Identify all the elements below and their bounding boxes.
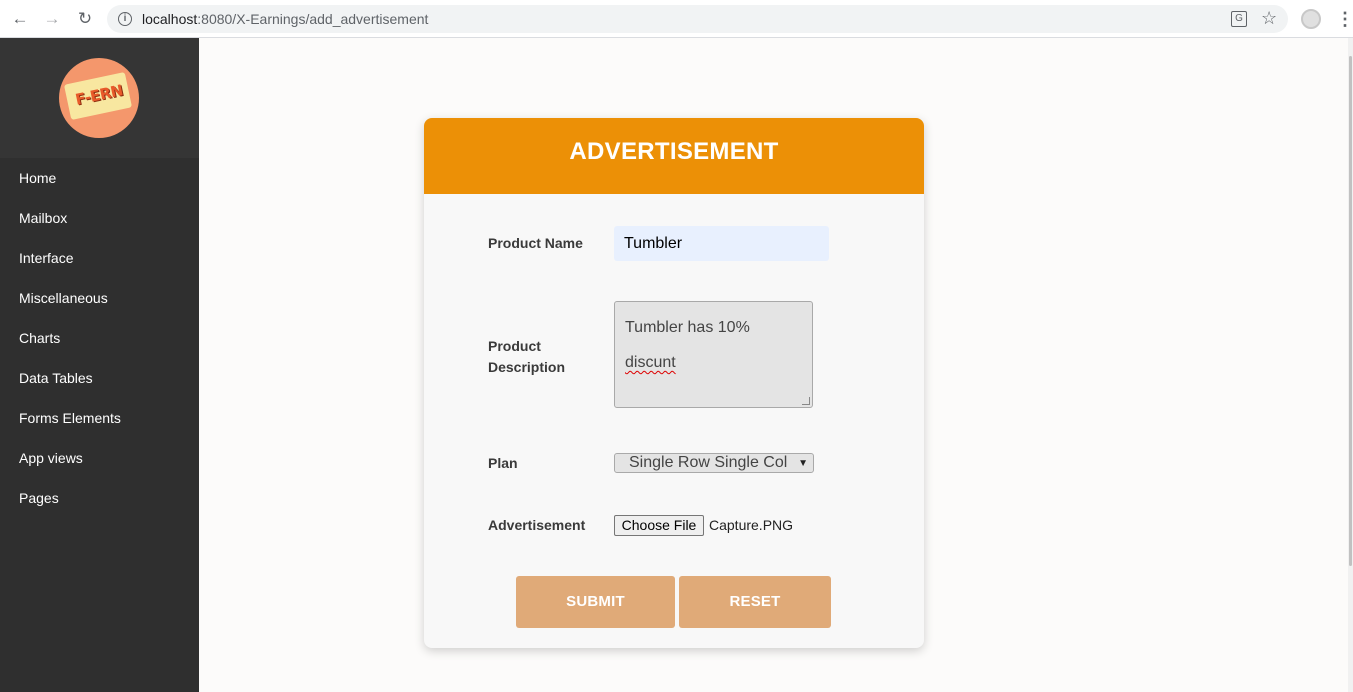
plan-selected-value: Single Row Single Column — [629, 454, 787, 471]
plan-select[interactable]: Single Row Single Column ▼ — [614, 453, 814, 473]
sidebar-item-home[interactable]: Home — [0, 158, 199, 198]
advertisement-form-card: ADVERTISEMENT Product Name Tumbler Produ… — [424, 118, 924, 648]
profile-avatar-icon[interactable] — [1301, 9, 1321, 29]
reset-button[interactable]: RESET — [679, 576, 831, 628]
forward-arrow-icon[interactable]: → — [40, 7, 64, 31]
url-text[interactable]: localhost:8080/X-Earnings/add_advertisem… — [142, 11, 428, 27]
bookmark-star-icon[interactable]: ☆ — [1261, 8, 1277, 28]
submit-button[interactable]: SUBMIT — [516, 576, 675, 628]
logo-area: F-ERN — [0, 38, 199, 158]
sidebar-item-interface[interactable]: Interface — [0, 238, 199, 278]
description-line-2: discunt — [625, 354, 676, 371]
more-menu-icon[interactable]: ⋮ — [1336, 9, 1353, 29]
sidebar-item-app-views[interactable]: App views — [0, 438, 199, 478]
sidebar-item-mailbox[interactable]: Mailbox — [0, 198, 199, 238]
choose-file-button[interactable]: Choose File — [614, 515, 704, 536]
advertisement-label: Advertisement — [488, 517, 586, 533]
product-name-input[interactable]: Tumbler — [614, 226, 829, 261]
url-path: :8080/X-Earnings/add_advertisement — [197, 11, 429, 27]
url-host: localhost — [142, 11, 198, 27]
selected-file-name: Capture.PNG — [709, 517, 794, 533]
browser-toolbar: ← → ↻ i localhost:8080/X-Earnings/add_ad… — [0, 0, 1353, 38]
product-name-label: Product Name — [488, 235, 583, 251]
resize-grip-icon[interactable] — [802, 397, 810, 405]
product-description-label: Product Description — [488, 338, 566, 375]
address-bar[interactable]: i localhost:8080/X-Earnings/add_advertis… — [107, 5, 1288, 33]
reload-icon[interactable]: ↻ — [73, 7, 97, 31]
product-description-textarea[interactable]: Tumbler has 10% discunt — [614, 301, 813, 408]
form-title: ADVERTISEMENT — [569, 138, 779, 165]
description-line-1: Tumbler has 10% — [625, 319, 750, 336]
info-icon[interactable]: i — [118, 12, 132, 26]
sidebar-item-charts[interactable]: Charts — [0, 318, 199, 358]
sidebar-menu: Home Mailbox Interface Miscellaneous Cha… — [0, 158, 199, 518]
scrollbar-thumb[interactable] — [1349, 56, 1352, 566]
plan-label: Plan — [488, 455, 518, 471]
sidebar-item-data-tables[interactable]: Data Tables — [0, 358, 199, 398]
sidebar-item-forms-elements[interactable]: Forms Elements — [0, 398, 199, 438]
sidebar-item-miscellaneous[interactable]: Miscellaneous — [0, 278, 199, 318]
form-header: ADVERTISEMENT — [424, 118, 924, 194]
sidebar-item-pages[interactable]: Pages — [0, 478, 199, 518]
dropdown-arrow-icon: ▼ — [798, 458, 808, 469]
sidebar: F-ERN Home Mailbox Interface Miscellaneo… — [0, 38, 199, 692]
back-arrow-icon[interactable]: ← — [8, 7, 32, 31]
translate-icon[interactable]: G — [1231, 11, 1247, 27]
brand-logo[interactable]: F-ERN — [59, 58, 139, 138]
